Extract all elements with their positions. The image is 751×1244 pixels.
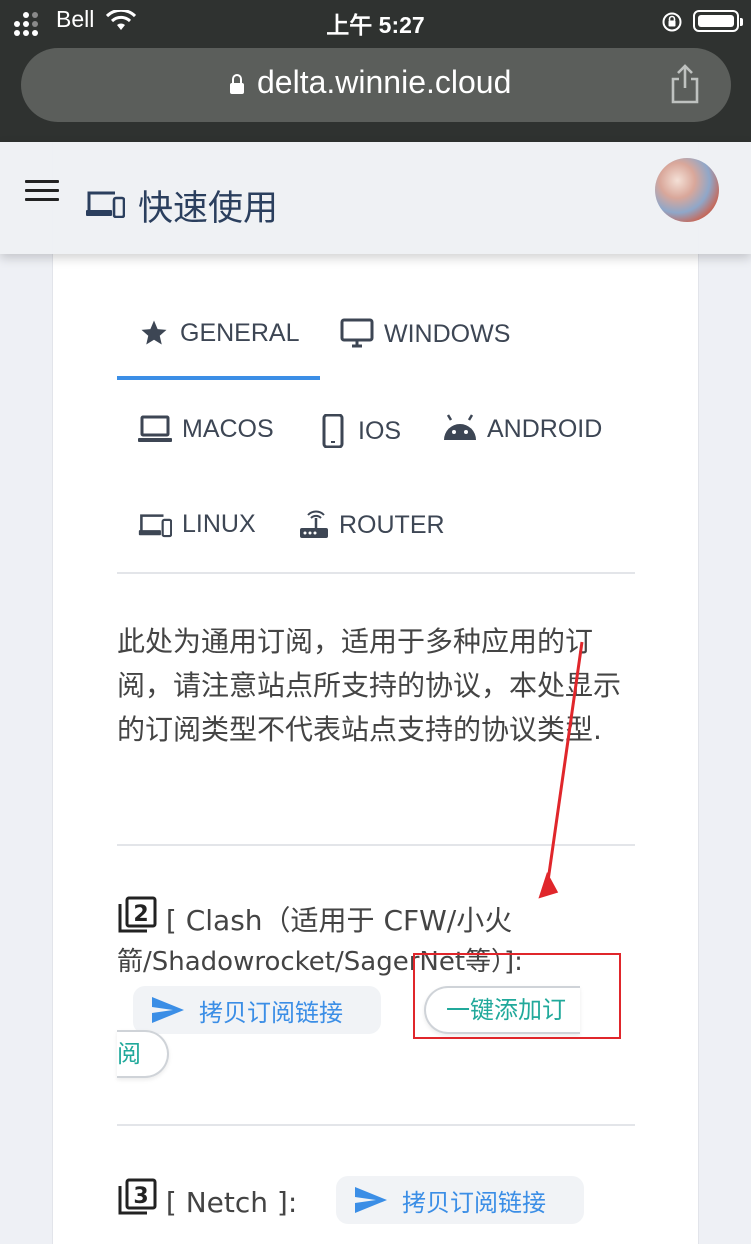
one-click-add-button-wrap[interactable]: 阅	[117, 1030, 169, 1078]
send-icon	[152, 997, 184, 1023]
annotation-highlight-box	[413, 953, 621, 1039]
phone-icon	[322, 414, 344, 448]
page-margin-left	[0, 142, 53, 1244]
tab-ios[interactable]: IOS	[318, 414, 401, 448]
menu-icon[interactable]	[25, 180, 59, 204]
tab-label: ROUTER	[339, 510, 445, 539]
copy-clash-link-button[interactable]: 拷贝订阅链接	[133, 986, 381, 1034]
tab-label: GENERAL	[180, 318, 300, 347]
subscription-number: 2	[133, 902, 148, 927]
avatar[interactable]	[655, 158, 719, 222]
monitor-icon	[340, 318, 374, 348]
copy-netch-link-button[interactable]: 拷贝订阅链接	[336, 1176, 584, 1224]
netch-subscription-label: 3 [ Netch ]:	[117, 1178, 297, 1225]
devices-icon	[138, 513, 172, 537]
divider	[117, 844, 635, 846]
laptop-icon	[138, 415, 172, 442]
tab-android[interactable]: ANDROID	[443, 414, 602, 444]
active-tab-indicator	[117, 376, 320, 380]
page-margin-right	[698, 142, 751, 1244]
tab-label: WINDOWS	[384, 319, 511, 348]
status-bar: Bell 上午 5:27	[0, 0, 751, 44]
rotation-lock-icon	[662, 12, 682, 32]
router-icon	[300, 510, 328, 538]
browser-chrome: Bell 上午 5:27 delta.winnie.cloud	[0, 0, 751, 142]
url-text: delta.winnie.cloud	[257, 64, 512, 100]
share-icon[interactable]	[669, 64, 701, 104]
tab-label: ANDROID	[487, 414, 603, 443]
battery-icon	[693, 10, 743, 32]
page-title: 快速使用	[138, 189, 279, 229]
clash-subscription-label: 2 [ Clash（适用于 CFW/小火	[117, 896, 512, 943]
copy-button-label: 拷贝订阅链接	[402, 1188, 546, 1217]
app-header: 快速使用	[0, 142, 751, 254]
filter-2-icon: 2	[118, 896, 157, 933]
send-icon	[355, 1187, 387, 1213]
status-time: 上午 5:27	[326, 12, 425, 38]
devices-icon	[86, 191, 125, 218]
filter-3-icon: 3	[118, 1178, 157, 1215]
tab-linux[interactable]: LINUX	[138, 510, 256, 539]
divider	[117, 1124, 635, 1126]
copy-button-label: 拷贝订阅链接	[199, 998, 343, 1027]
tab-label: IOS	[358, 416, 402, 445]
tab-label: MACOS	[182, 414, 274, 443]
tab-general[interactable]: GENERAL	[138, 318, 299, 348]
address-bar[interactable]: delta.winnie.cloud	[21, 48, 731, 122]
tab-windows[interactable]: WINDOWS	[340, 318, 510, 350]
tab-macos[interactable]: MACOS	[138, 414, 274, 444]
lock-icon	[230, 74, 244, 94]
divider	[117, 572, 635, 574]
clash-label-line1: [ Clash（适用于 CFW/小火	[165, 904, 513, 937]
description-text: 此处为通用订阅，适用于多种应用的订阅，请注意站点所支持的协议，本处显示的订阅类型…	[117, 625, 622, 746]
tab-router[interactable]: ROUTER	[299, 510, 445, 540]
star-icon	[141, 320, 167, 345]
tab-label: LINUX	[182, 510, 256, 538]
netch-label: [ Netch ]:	[165, 1186, 298, 1219]
android-icon	[444, 414, 476, 440]
subscription-number: 3	[133, 1184, 148, 1209]
